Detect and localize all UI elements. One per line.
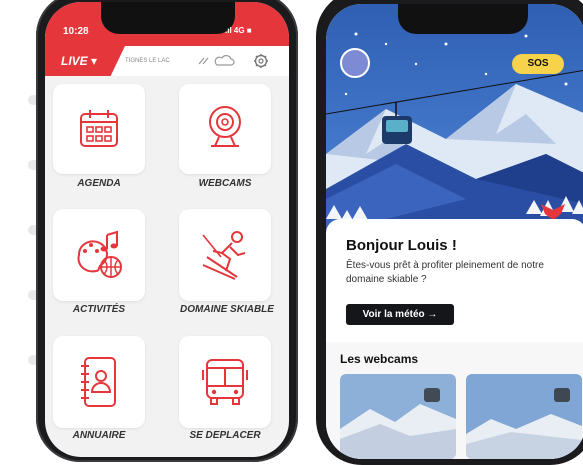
location-label: TIGNES LE LAC [125, 58, 170, 64]
camera-icon [554, 388, 570, 402]
phone-screen-right: SOS Bonjour Louis ! Êtes-vous prêt à pro… [326, 4, 583, 459]
tile-domaine-skiable[interactable] [179, 209, 271, 301]
status-time: 10:28 [63, 26, 89, 37]
tile-agenda[interactable] [53, 84, 145, 174]
live-label: LIVE ▾ [61, 54, 98, 68]
gear-icon[interactable] [253, 53, 269, 69]
webcam-card[interactable] [466, 374, 582, 459]
weather-icon[interactable] [195, 52, 235, 70]
calendar-icon [80, 110, 118, 147]
tile-annuaire[interactable] [53, 336, 145, 428]
webcam-thumbnail [466, 374, 582, 459]
tile-label: SE DEPLACER [189, 430, 261, 441]
phone-screen-left: 10:28 .ıl 4G ■ LIVE ▾ TIGNES LE LAC AGEN… [45, 2, 289, 457]
greeting-title: Bonjour Louis ! [346, 237, 457, 254]
tile-activites[interactable] [53, 209, 145, 301]
tile-label: ACTIVITÉS [72, 304, 126, 315]
activities-icon [77, 230, 122, 278]
webcam-card[interactable] [340, 374, 456, 459]
camera-icon [424, 388, 440, 402]
bus-icon [202, 359, 248, 405]
tile-label: AGENDA [77, 178, 121, 189]
avatar[interactable] [340, 48, 370, 78]
greeting-description: Êtes-vous prêt à profiter pleinement de … [346, 260, 544, 285]
sos-label: SOS [527, 58, 549, 69]
mountain-illustration [326, 4, 583, 234]
contacts-book-icon [81, 357, 116, 407]
tile-label: DOMAINE SKIABLE [180, 304, 274, 315]
tile-se-deplacer[interactable] [179, 336, 271, 428]
status-signal: .ıl 4G ■ [225, 26, 252, 35]
weather-button[interactable]: Voir la météo → [346, 304, 454, 325]
webcams-title: Les webcams [340, 352, 419, 366]
webcam-thumbnail [340, 374, 456, 459]
tile-label: ANNUAIRE [72, 430, 126, 441]
tile-label: WEBCAMS [198, 178, 252, 189]
phone-notch [398, 4, 528, 34]
phone-notch [101, 2, 235, 34]
skier-icon [202, 231, 246, 280]
webcam-icon [209, 106, 241, 147]
tile-webcams[interactable] [179, 84, 271, 174]
sos-button[interactable]: SOS [512, 54, 564, 74]
